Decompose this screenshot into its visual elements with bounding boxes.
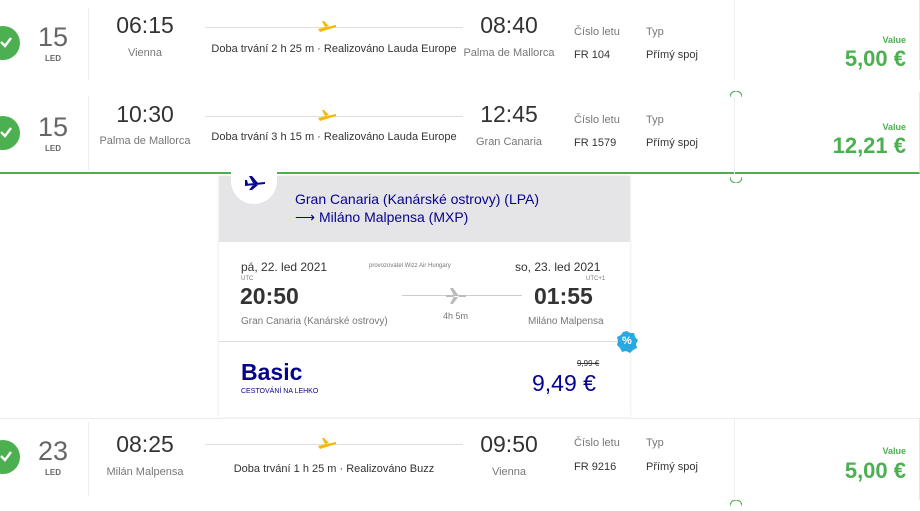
- divider: [734, 92, 735, 174]
- divider: [88, 96, 89, 170]
- departure-time: 10:30: [116, 101, 174, 127]
- flight-number-label: Číslo letu: [574, 114, 620, 126]
- arrival-time: 12:45: [480, 101, 538, 127]
- flight-month: LED: [45, 468, 61, 477]
- wizz-flight-card[interactable]: Gran Canaria (Kanárské ostrovy) (LPA) ⟶ …: [219, 164, 630, 417]
- wizz-duration: 4h 5m: [443, 311, 469, 321]
- type-label: Typ: [646, 437, 664, 449]
- arrival-time: 08:40: [480, 12, 538, 38]
- flight-number: FR 9216: [574, 461, 617, 473]
- divider: [88, 8, 89, 80]
- flight-duration: Doba trvání 3 h 15 m · Realizováno Lauda…: [211, 131, 457, 143]
- flight-duration: Doba trvání 1 h 25 m · Realizováno Buzz: [233, 463, 435, 475]
- ticket-notch: [729, 84, 743, 98]
- arrival-time: 09:50: [480, 431, 538, 457]
- flight-day: 15: [37, 112, 69, 142]
- wizz-arrival-time: 01:55: [534, 283, 593, 309]
- fare-price[interactable]: 9,49 €: [532, 370, 596, 397]
- flight-row-3[interactable]: 23 LED 08:25 Milán Malpensa Doba trvání …: [0, 418, 920, 500]
- ticket-notch: [729, 493, 743, 507]
- arrival-city: Gran Canaria: [475, 136, 543, 148]
- value-label: Value: [882, 35, 906, 45]
- flight-number: FR 104: [574, 49, 611, 61]
- ticket-notch: [729, 170, 743, 184]
- flight-number: FR 1579: [574, 137, 617, 149]
- type-value: Přímý spoj: [646, 49, 698, 61]
- flight-month: LED: [45, 54, 61, 63]
- flight-day: 23: [37, 436, 69, 466]
- arrival-city: Vienna: [491, 466, 527, 478]
- plane-icon: [317, 19, 337, 40]
- fare-subtitle: CESTOVÁNÍ NA LEHKO: [241, 388, 319, 395]
- type-value: Přímý spoj: [646, 137, 698, 149]
- flight-row-1[interactable]: 15 LED 06:15 Vienna Doba trvání 2 h 25 m…: [0, 0, 920, 80]
- flight-row-2[interactable]: 15 LED 10:30 Palma de Mallorca Doba trvá…: [0, 92, 920, 174]
- arrival-city: Palma de Mallorca: [463, 47, 555, 59]
- value-label: Value: [882, 122, 906, 132]
- wizz-departure-time: 20:50: [240, 283, 299, 309]
- value-label: Value: [882, 446, 906, 456]
- flight-price: 12,21 €: [832, 133, 906, 158]
- wizz-departure-city: Gran Canaria (Kanárské ostrovy): [241, 316, 388, 327]
- plane-icon: [445, 287, 467, 310]
- type-value: Přímý spoj: [646, 461, 698, 473]
- type-label: Typ: [646, 114, 664, 126]
- discount-badge-icon: %: [615, 330, 639, 354]
- wizz-route-origin: Gran Canaria (Kanárské ostrovy) (LPA): [295, 191, 540, 207]
- plane-icon: [317, 108, 337, 129]
- type-label: Typ: [646, 26, 664, 38]
- departure-city: Milán Malpensa: [106, 466, 184, 478]
- old-price: 9,99 €: [577, 359, 600, 368]
- divider: [734, 418, 735, 500]
- departure-city: Vienna: [127, 47, 163, 59]
- wizz-arrival-city: Miláno Malpensa: [528, 316, 604, 327]
- wizz-departure-date: pá, 22. led 2021: [241, 260, 328, 274]
- plane-icon: [317, 436, 337, 457]
- wizz-operator: provozovatel Wizz Air Hungary: [369, 263, 451, 269]
- departure-city: Palma de Mallorca: [99, 135, 191, 147]
- wizz-arrival-date: so, 23. led 2021: [515, 260, 601, 274]
- flight-number-label: Číslo letu: [574, 26, 620, 38]
- wizz-route-destination: ⟶ Miláno Malpensa (MXP): [295, 209, 469, 225]
- flight-month: LED: [45, 144, 61, 153]
- fare-name: Basic: [241, 359, 303, 385]
- flight-day: 15: [37, 22, 69, 52]
- flight-price: 5,00 €: [844, 458, 906, 483]
- wizz-departure-tz: UTC: [241, 276, 254, 282]
- wizz-arrival-tz: UTC+1: [586, 276, 606, 282]
- discount-badge-text: %: [622, 335, 632, 347]
- flight-number-label: Číslo letu: [574, 437, 620, 449]
- divider: [88, 422, 89, 496]
- flight-duration: Doba trvání 2 h 25 m · Realizováno Lauda…: [211, 43, 457, 55]
- departure-time: 06:15: [116, 12, 174, 38]
- divider: [219, 341, 630, 342]
- departure-time: 08:25: [116, 431, 174, 457]
- divider: [734, 0, 735, 80]
- flight-price: 5,00 €: [844, 46, 906, 71]
